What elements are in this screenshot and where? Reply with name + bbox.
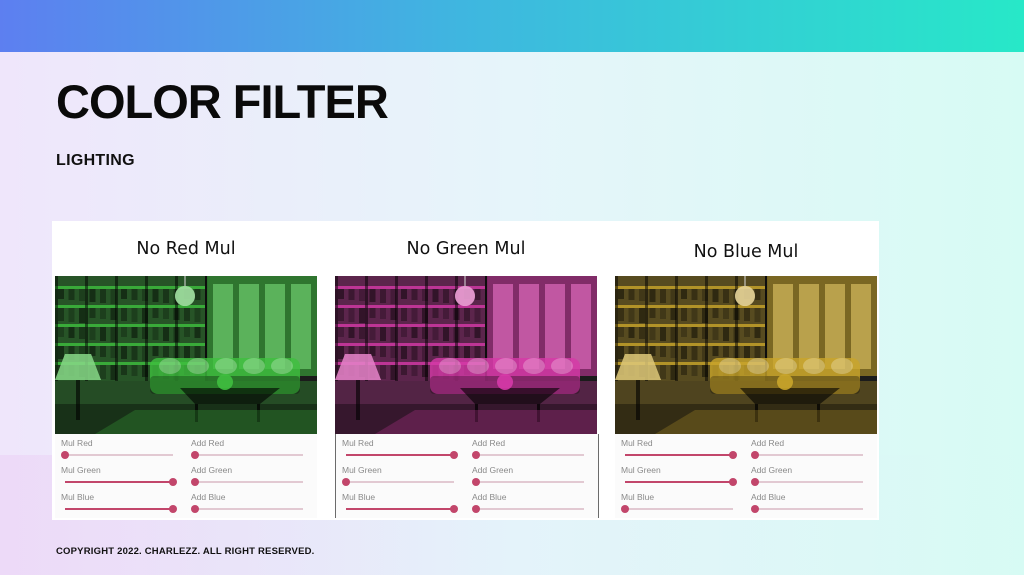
slider-mul-green[interactable]: Mul Green [61,465,177,491]
panel-no-red-mul: No Red Mul Mul Red Add Red Mul Green Add Gr… [55,221,317,520]
slider-fill [346,454,454,456]
slider-track[interactable] [751,451,863,459]
slider-label: Add Blue [191,492,226,502]
panel-title: No Blue Mul [693,242,799,262]
slider-thumb[interactable] [472,505,480,513]
slider-track[interactable] [472,451,584,459]
filter-controls: Mul Red Add Red Mul Green Add Green Mul Blue… [615,434,877,518]
slider-fill [625,454,733,456]
slider-thumb[interactable] [751,505,759,513]
slider-label: Mul Red [342,438,374,448]
slider-track[interactable] [61,451,173,459]
slider-label: Mul Blue [61,492,95,502]
slider-thumb[interactable] [191,505,199,513]
panel-no-blue-mul: No Blue Mul Mul Red Add Red Mul Green Add G… [615,221,877,520]
slide-title: COLOR FILTER [56,75,389,128]
slider-mul-red[interactable]: Mul Red [342,438,458,464]
slider-add-blue[interactable]: Add Blue [191,492,303,518]
slider-fill [625,481,733,483]
slider-thumb[interactable] [169,505,177,513]
slider-add-red[interactable]: Add Red [751,438,863,464]
slider-mul-green[interactable]: Mul Green [342,465,454,491]
slider-mul-blue[interactable]: Mul Blue [342,492,458,518]
slider-label: Mul Green [342,465,382,475]
slider-thumb[interactable] [729,451,737,459]
slider-add-green[interactable]: Add Green [472,465,584,491]
slider-mul-green[interactable]: Mul Green [621,465,737,491]
slider-label: Mul Blue [342,492,376,502]
slider-thumb[interactable] [472,451,480,459]
slider-track[interactable] [472,505,584,513]
slider-label: Add Red [751,438,785,448]
slider-label: Add Blue [472,492,507,502]
slider-label: Add Green [472,465,514,475]
header-gradient-bar [0,0,1024,52]
filter-controls: Mul Red Add Red Mul Green Add Green Mul Blue… [55,434,317,518]
slider-fill [65,508,173,510]
slider-label: Mul Green [61,465,101,475]
slider-label: Add Red [472,438,506,448]
slider-label: Mul Red [61,438,93,448]
slider-label: Add Green [751,465,793,475]
slider-add-green[interactable]: Add Green [191,465,303,491]
room-photo [335,276,597,434]
slider-thumb[interactable] [191,478,199,486]
filter-controls: Mul Red Add Red Mul Green Add Green Mul Blue… [335,434,599,518]
slider-label: Add Green [191,465,233,475]
slider-add-red[interactable]: Add Red [472,438,584,464]
slider-thumb[interactable] [450,451,458,459]
slider-add-blue[interactable]: Add Blue [472,492,584,518]
slider-label: Mul Blue [621,492,655,502]
slider-track[interactable] [346,451,458,459]
slider-fill [65,481,173,483]
slider-track[interactable] [191,505,303,513]
slider-track[interactable] [472,478,584,486]
slider-label: Mul Red [621,438,653,448]
slider-track[interactable] [65,505,177,513]
slider-track[interactable] [191,478,303,486]
slider-thumb[interactable] [729,478,737,486]
slider-track[interactable] [625,451,737,459]
slider-thumb[interactable] [169,478,177,486]
slider-add-green[interactable]: Add Green [751,465,863,491]
slide-subtitle: LIGHTING [56,152,135,169]
slider-thumb[interactable] [450,505,458,513]
slider-mul-red[interactable]: Mul Red [621,438,737,464]
slider-track[interactable] [621,505,733,513]
panel-title: No Red Mul [136,239,236,259]
slider-thumb[interactable] [751,451,759,459]
slider-fill [346,508,454,510]
slider-label: Add Red [191,438,225,448]
screenshot-card: No Red Mul Mul Red Add Red Mul Green Add Gr… [52,221,879,520]
room-photo [55,276,317,434]
slider-thumb[interactable] [621,505,629,513]
slider-track[interactable] [346,505,458,513]
panel-title: No Green Mul [406,239,526,259]
slider-mul-red[interactable]: Mul Red [61,438,173,464]
slider-add-blue[interactable]: Add Blue [751,492,863,518]
slider-thumb[interactable] [472,478,480,486]
slider-mul-blue[interactable]: Mul Blue [621,492,733,518]
slider-label: Add Blue [751,492,786,502]
slider-mul-blue[interactable]: Mul Blue [61,492,177,518]
slider-thumb[interactable] [751,478,759,486]
slider-thumb[interactable] [61,451,69,459]
panel-no-green-mul: No Green Mul Mul Red Add Red Mul Green Add … [335,221,599,520]
copyright-footer: COPYRIGHT 2022. CHARLEZZ. ALL RIGHT RESE… [56,546,315,557]
slider-track[interactable] [191,451,303,459]
slider-label: Mul Green [621,465,661,475]
slider-track[interactable] [65,478,177,486]
slider-track[interactable] [342,478,454,486]
slider-add-red[interactable]: Add Red [191,438,303,464]
slider-track[interactable] [625,478,737,486]
slider-track[interactable] [751,478,863,486]
slider-thumb[interactable] [191,451,199,459]
slider-track[interactable] [751,505,863,513]
room-photo [615,276,877,434]
slider-thumb[interactable] [342,478,350,486]
